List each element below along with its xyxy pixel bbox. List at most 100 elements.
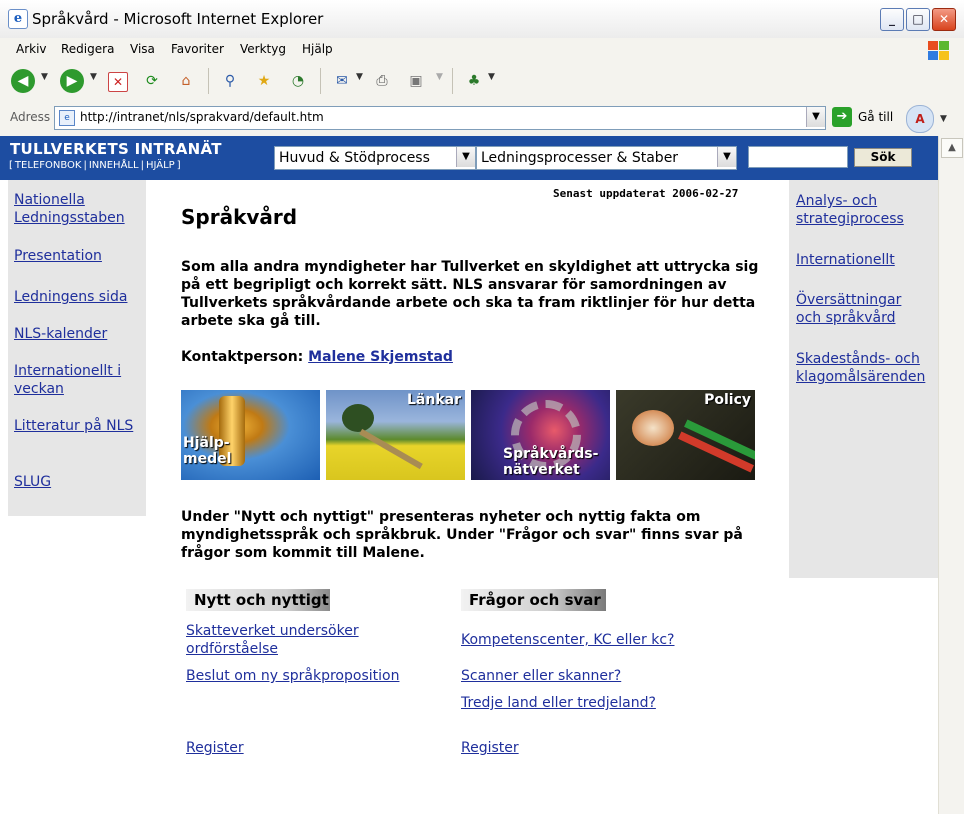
site-header: TULLVERKETS INTRANÄT [TELEFONBOK | INNEHÅL… [0, 136, 938, 180]
back-dropdown-icon[interactable]: ▼ [41, 72, 48, 82]
faq-link[interactable]: Tredje land eller tredjeland? [461, 694, 656, 712]
intro-text: Som alla andra myndigheter har Tullverke… [181, 259, 759, 329]
edit-icon[interactable]: ▣ [404, 69, 428, 93]
window-title: Språkvård - Microsoft Internet Explorer [32, 10, 324, 28]
go-arrow-icon[interactable]: ➔ [832, 107, 852, 127]
right-nav-item[interactable]: Internationellt [796, 251, 936, 269]
search-button[interactable]: Sök [854, 148, 912, 167]
refresh-icon[interactable]: ⟳ [140, 69, 164, 93]
process-select[interactable]: Huvud & Stödprocess ▼ [274, 146, 476, 170]
menu-bar: Arkiv Redigera Visa Favoriter Verktyg Hj… [0, 38, 964, 63]
page-title: Språkvård [181, 205, 298, 229]
menu-visa[interactable]: Visa [130, 42, 155, 56]
toolbar-separator [320, 68, 321, 94]
toolbar: ◀ ▼ ▶ ▼ ✕ ⟳ ⌂ ⚲ ★ ◔ ✉ ▼ ⎙ ▣ ▼ ♣ ▼ [0, 62, 964, 101]
left-nav-item[interactable]: Internationellt i veckan [14, 362, 144, 398]
go-button[interactable]: Gå till [858, 110, 893, 124]
close-button[interactable]: ✕ [932, 8, 956, 31]
address-dropdown-icon[interactable]: ▼ [806, 107, 825, 127]
left-nav-item[interactable]: Nationella Ledningsstaben [14, 191, 144, 227]
staff-select-value: Ledningsprocesser & Staber [481, 150, 679, 166]
menu-verktyg[interactable]: Verktyg [240, 42, 286, 56]
maximize-button[interactable]: □ [906, 8, 930, 31]
right-nav-item[interactable]: Analys- och strategiprocess [796, 192, 936, 228]
home-icon[interactable]: ⌂ [174, 69, 198, 93]
search-icon[interactable]: ⚲ [218, 69, 242, 93]
header-link-innehall[interactable]: INNEHÅLL [89, 160, 139, 171]
scroll-up-icon[interactable]: ▲ [941, 138, 963, 158]
vertical-scrollbar[interactable]: ▲ [938, 136, 964, 814]
right-nav-item[interactable]: Översättningar och språkvård [796, 291, 918, 327]
tile-policy-caption: Policy [704, 392, 751, 408]
messenger-icon[interactable]: ♣ [462, 69, 486, 93]
menu-favoriter[interactable]: Favoriter [171, 42, 224, 56]
right-nav-item[interactable]: Skadestånds- och klagomålsärenden [796, 350, 936, 386]
mail-dropdown-icon[interactable]: ▼ [356, 72, 363, 82]
tile-sprakvardsnatverket[interactable]: Språkvårds- nätverket [471, 390, 610, 480]
tile-lankar[interactable]: Länkar [326, 390, 465, 480]
back-icon[interactable]: ◀ [11, 69, 35, 93]
news-link[interactable]: Beslut om ny språkproposition [186, 667, 399, 685]
address-input[interactable]: e http://intranet/nls/sprakvard/default.… [54, 106, 826, 130]
chevron-down-icon[interactable]: ▼ [456, 147, 475, 167]
tile-sprakvardsnatverket-caption: Språkvårds- nätverket [503, 446, 599, 478]
left-nav-item[interactable]: SLUG [14, 473, 144, 491]
header-link-telefonbok[interactable]: TELEFONBOK [15, 160, 82, 171]
header-link-hjalp[interactable]: HJÄLP [146, 160, 175, 171]
left-nav: Nationella Ledningsstaben Presentation L… [8, 180, 146, 516]
info-text: Under "Nytt och nyttigt" presenteras nyh… [181, 509, 743, 561]
left-nav-item[interactable]: Presentation [14, 247, 144, 265]
faq-link[interactable]: Kompetenscenter, KC eller kc? [461, 631, 675, 649]
page-viewport: TULLVERKETS INTRANÄT [TELEFONBOK | INNEHÅL… [0, 136, 938, 814]
toolbar-separator [452, 68, 453, 94]
site-brand[interactable]: TULLVERKETS INTRANÄT [10, 140, 222, 158]
left-nav-item[interactable]: Ledningens sida [14, 288, 144, 306]
tile-hjalpmedel-caption: Hjälp- medel [183, 435, 231, 467]
windows-logo-icon [926, 39, 950, 61]
address-label: Adress [10, 110, 51, 124]
title-bar: e Språkvård - Microsoft Internet Explore… [0, 0, 964, 39]
faq-link[interactable]: Scanner eller skanner? [461, 667, 621, 685]
edit-dropdown-icon[interactable]: ▼ [436, 72, 443, 82]
print-icon[interactable]: ⎙ [370, 69, 394, 93]
tile-policy[interactable]: Policy [616, 390, 755, 480]
faq-header: Frågor och svar [461, 589, 606, 611]
address-bar: Adress e http://intranet/nls/sprakvard/d… [0, 100, 964, 137]
faq-register-link[interactable]: Register [461, 739, 519, 757]
left-nav-item[interactable]: NLS-kalender [14, 325, 144, 343]
menu-hjalp[interactable]: Hjälp [302, 42, 333, 56]
staff-select[interactable]: Ledningsprocesser & Staber ▼ [476, 146, 737, 170]
address-url[interactable]: http://intranet/nls/sprakvard/default.ht… [80, 110, 324, 124]
tile-hjalpmedel[interactable]: Hjälp- medel [181, 390, 320, 480]
acrobat-dropdown-icon[interactable]: ▼ [940, 114, 947, 124]
header-divider: | [140, 160, 144, 171]
contact-label: Kontaktperson: [181, 349, 304, 365]
minimize-button[interactable]: _ [880, 8, 904, 31]
history-icon[interactable]: ◔ [286, 69, 310, 93]
tile-lankar-road [359, 428, 423, 470]
forward-dropdown-icon[interactable]: ▼ [90, 72, 97, 82]
tile-caption-text: Hjälp- medel [183, 435, 232, 467]
left-nav-item[interactable]: Litteratur på NLS [14, 417, 144, 435]
last-updated: Senast uppdaterat 2006-02-27 [553, 187, 739, 200]
browser-window: e Språkvård - Microsoft Internet Explore… [0, 0, 964, 814]
header-divider: | [83, 160, 87, 171]
messenger-dropdown-icon[interactable]: ▼ [488, 72, 495, 82]
news-link[interactable]: Skatteverket undersöker ordförståelse [186, 622, 406, 658]
acrobat-icon[interactable]: A [906, 105, 934, 133]
menu-arkiv[interactable]: Arkiv [16, 42, 47, 56]
contact-person-link[interactable]: Malene Skjemstad [308, 349, 453, 365]
search-input[interactable] [748, 146, 848, 168]
menu-redigera[interactable]: Redigera [61, 42, 114, 56]
mail-icon[interactable]: ✉ [330, 69, 354, 93]
process-select-value: Huvud & Stödprocess [279, 150, 430, 166]
stop-icon[interactable]: ✕ [108, 72, 128, 92]
forward-icon[interactable]: ▶ [60, 69, 84, 93]
page-icon: e [59, 110, 75, 126]
news-register-link[interactable]: Register [186, 739, 244, 757]
contact-line: Kontaktperson: Malene Skjemstad [181, 349, 453, 365]
ie-icon: e [8, 9, 28, 29]
toolbar-separator [208, 68, 209, 94]
chevron-down-icon[interactable]: ▼ [717, 147, 736, 167]
favorites-icon[interactable]: ★ [252, 69, 276, 93]
